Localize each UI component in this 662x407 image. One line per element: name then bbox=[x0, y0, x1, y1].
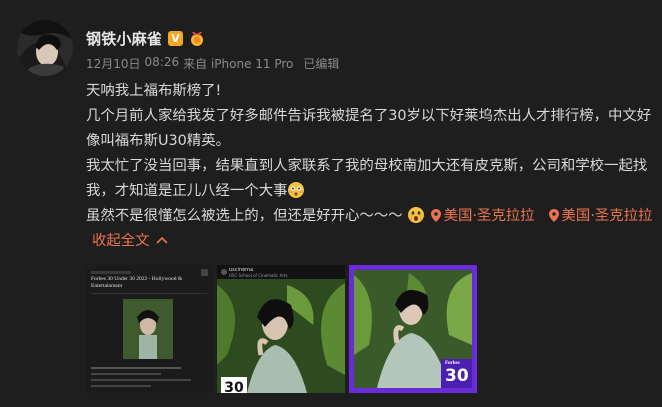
edited-label[interactable]: 已编辑 bbox=[303, 55, 339, 72]
image-thumbnail-2[interactable]: 30 uscinema USC School of Cinematic Arts bbox=[217, 265, 345, 393]
location-label-2: 美国·圣克拉拉 bbox=[561, 208, 653, 224]
collapse-label: 收起全文 bbox=[92, 233, 150, 249]
medal-icon[interactable] bbox=[189, 31, 205, 47]
flushed-emoji-icon bbox=[288, 182, 305, 198]
image-gallery: Forbes 30 Under 30 2022 - Hollywood & En… bbox=[85, 265, 477, 393]
post-meta: 12月10日 08:26 来自 iPhone 11 Pro 已编辑 bbox=[86, 55, 339, 72]
location-pin-icon bbox=[430, 209, 441, 222]
thumb-3-number: 30 bbox=[445, 366, 469, 386]
image-thumbnail-3[interactable]: Forbes 30 bbox=[349, 265, 477, 393]
post-line-4-text: 虽然不是很懂怎么被选上的，但还是好开心～～～ bbox=[86, 208, 403, 224]
location-tag-1[interactable]: 美国·圣克拉拉 bbox=[425, 208, 535, 224]
post-line-3-text: 我太忙了没当回事，结果直到人家联系了我的母校南加大还有皮克斯，公司和学校一起找我… bbox=[86, 158, 648, 199]
username-row: 钢铁小麻雀 V bbox=[86, 28, 205, 49]
post-time[interactable]: 08:26 bbox=[145, 55, 180, 72]
post-date[interactable]: 12月10日 bbox=[86, 55, 141, 72]
location-pin-icon bbox=[548, 209, 559, 222]
location-tag-2[interactable]: 美国·圣克拉拉 bbox=[535, 208, 653, 224]
svg-text:30: 30 bbox=[224, 380, 244, 393]
location-label-1: 美国·圣克拉拉 bbox=[443, 208, 535, 224]
verified-badge-icon[interactable]: V bbox=[168, 31, 184, 46]
post-content: 天呐我上福布斯榜了! 几个月前人家给我发了好多邮件告诉我被提名了30岁以下好莱坞… bbox=[86, 79, 656, 254]
instagram-post-screenshot: 30 bbox=[217, 265, 345, 393]
post-line-2: 几个月前人家给我发了好多邮件告诉我被提名了30岁以下好莱坞杰出人才排行榜，中文好… bbox=[86, 108, 652, 149]
post-line-4: 虽然不是很懂怎么被选上的，但还是好开心～～～ 美国·圣克拉拉 美国·圣克拉拉 收起全… bbox=[86, 204, 656, 254]
post-line-3: 我太忙了没当回事，结果直到人家联系了我的母校南加大还有皮克斯，公司和学校一起找我… bbox=[86, 154, 656, 204]
scream-emoji-icon bbox=[407, 207, 424, 223]
username[interactable]: 钢铁小麻雀 bbox=[86, 28, 162, 49]
avatar[interactable] bbox=[17, 20, 73, 76]
post-source: 来自 iPhone 11 Pro bbox=[183, 57, 294, 71]
collapse-button[interactable]: 收起全文 bbox=[92, 233, 168, 249]
thumb-1-title: Forbes 30 Under 30 2022 - Hollywood & En… bbox=[91, 276, 183, 289]
chevron-up-icon bbox=[156, 236, 168, 244]
image-thumbnail-1[interactable]: Forbes 30 Under 30 2022 - Hollywood & En… bbox=[85, 265, 213, 393]
thumb-2-subtitle: USC School of Cinematic Arts bbox=[229, 273, 288, 278]
post-line-1: 天呐我上福布斯榜了! bbox=[86, 83, 222, 99]
